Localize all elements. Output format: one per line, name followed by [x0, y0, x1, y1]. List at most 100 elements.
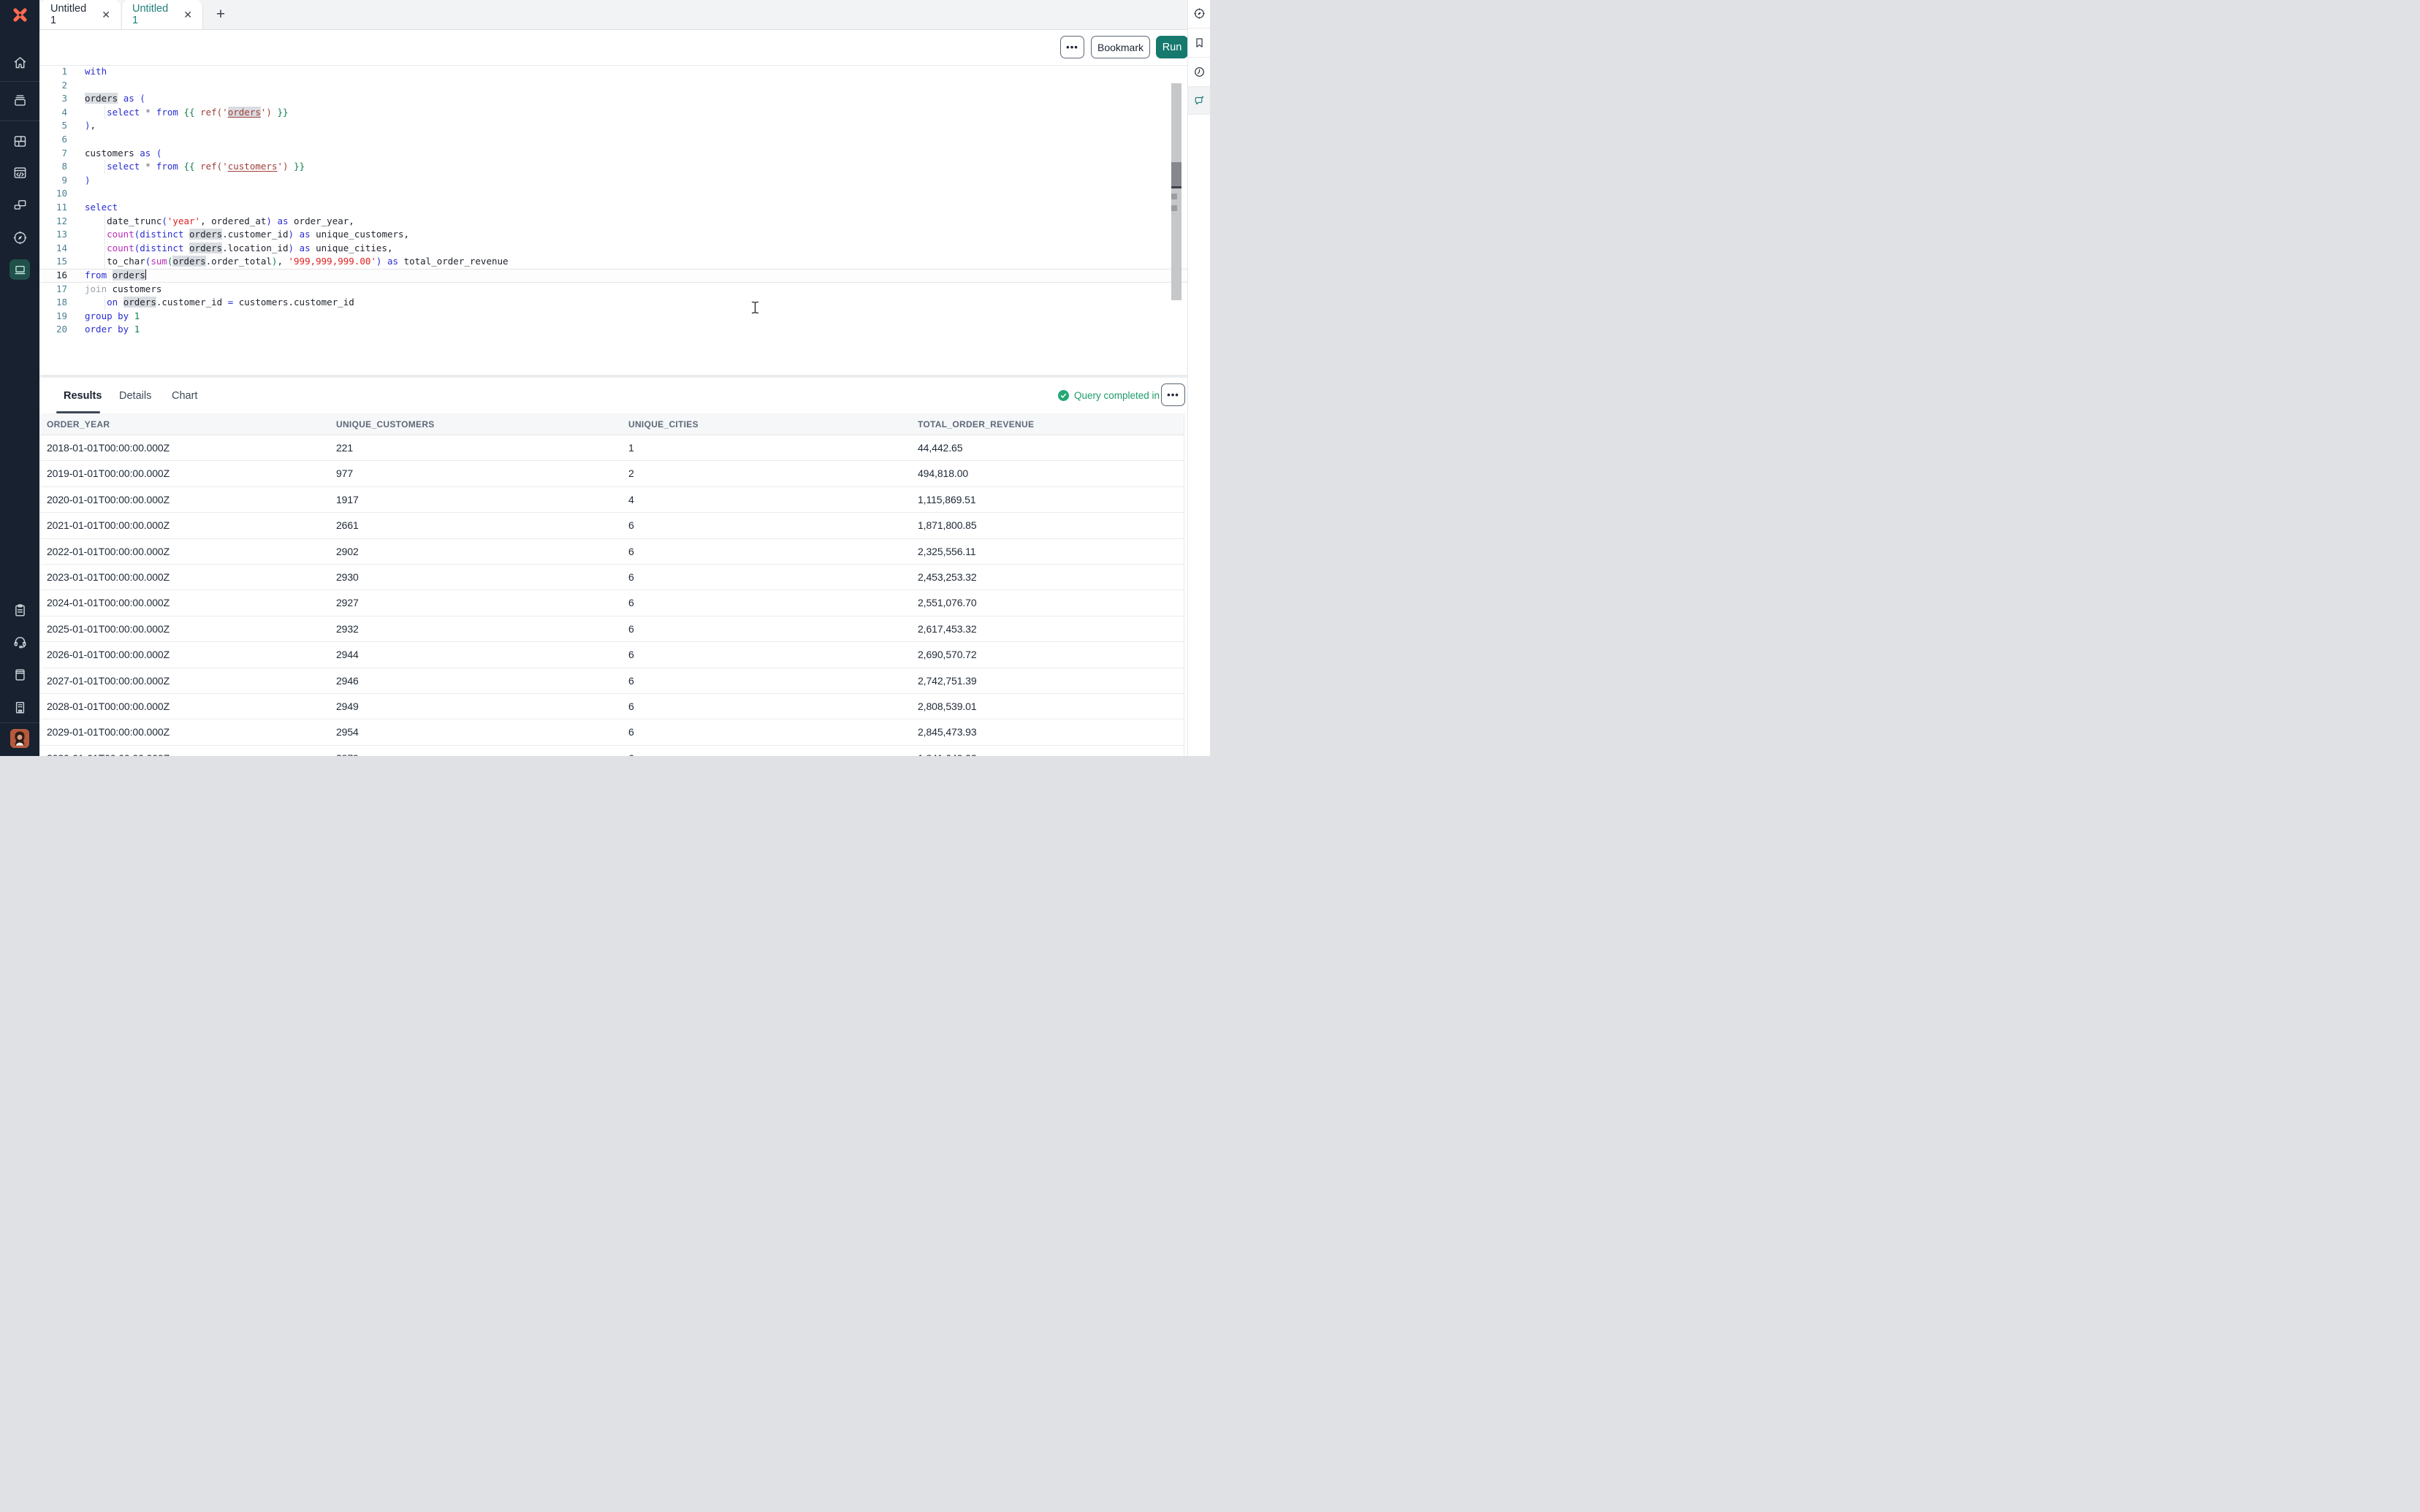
table-cell: 2022-01-01T00:00:00.000Z	[47, 539, 170, 564]
windows-icon	[12, 197, 28, 213]
code-line-2[interactable]: 2	[39, 79, 1187, 93]
sidebar-item-code-window[interactable]	[0, 159, 39, 186]
code-line-11[interactable]: 11select	[39, 201, 1187, 215]
code-line-8[interactable]: 8 select * from {{ ref('customers') }}	[39, 160, 1187, 174]
code-line-6[interactable]: 6	[39, 133, 1187, 147]
results-more-button[interactable]: •••	[1161, 383, 1185, 406]
sidebar-item-headset[interactable]	[0, 628, 39, 654]
sidebar-item-compass[interactable]	[0, 224, 39, 251]
scrollbar-annotation	[1171, 205, 1177, 211]
code-line-9[interactable]: 9)	[39, 174, 1187, 188]
rail-item-ai-chat[interactable]	[1188, 87, 1210, 115]
sidebar-item-windows[interactable]	[0, 191, 39, 218]
table-cell: 6	[628, 719, 634, 744]
table-cell: 2	[628, 461, 634, 486]
table-row[interactable]: 2019-01-01T00:00:00.000Z9772494,818.00	[39, 461, 1184, 486]
code-line-16[interactable]: 16from orders	[39, 269, 1187, 283]
table-row[interactable]: 2026-01-01T00:00:00.000Z294462,690,570.7…	[39, 642, 1184, 668]
app-logo[interactable]	[0, 0, 39, 29]
code-line-1[interactable]: 1with	[39, 65, 1187, 79]
table-cell: 1	[628, 435, 634, 460]
scrollbar-thumb[interactable]	[1171, 162, 1182, 188]
table-row[interactable]: 2025-01-01T00:00:00.000Z293262,617,453.3…	[39, 616, 1184, 642]
code-line-14[interactable]: 14 count(distinct orders.location_id) as…	[39, 242, 1187, 256]
code-line-20[interactable]: 20order by 1	[39, 323, 1187, 337]
table-cell: 2932	[336, 616, 359, 641]
table-row[interactable]: 2027-01-01T00:00:00.000Z294662,742,751.3…	[39, 668, 1184, 694]
table-cell: 2661	[336, 513, 359, 538]
sidebar-item-book[interactable]	[0, 661, 39, 687]
table-row[interactable]: 2022-01-01T00:00:00.000Z290262,325,556.1…	[39, 539, 1184, 565]
bookmark-button[interactable]: Bookmark	[1091, 36, 1150, 58]
code-line-12[interactable]: 12 date_trunc('year', ordered_at) as ord…	[39, 215, 1187, 229]
table-cell: 6	[628, 513, 634, 538]
rail-item-history[interactable]	[1188, 58, 1210, 88]
code-line-17[interactable]: 17join customers	[39, 283, 1187, 297]
results-tab-details[interactable]: Details	[119, 378, 151, 413]
results-tab-chart[interactable]: Chart	[172, 378, 197, 413]
tab-label: Untitled 1	[132, 3, 175, 26]
code-line-19[interactable]: 19group by 1	[39, 310, 1187, 324]
code-line-4[interactable]: 4 select * from {{ ref('orders') }}	[39, 106, 1187, 120]
table-row[interactable]: 2020-01-01T00:00:00.000Z191741,115,869.5…	[39, 487, 1184, 513]
table-row[interactable]: 2030-01-01T00:00:00.000Z287961,841,049.3…	[39, 746, 1184, 756]
home-icon	[12, 55, 28, 70]
query-status: Query completed in 4s	[1058, 378, 1173, 413]
editor-tab-1[interactable]: Untitled 1✕	[40, 0, 121, 29]
table-row[interactable]: 2028-01-01T00:00:00.000Z294962,808,539.0…	[39, 694, 1184, 719]
table-row[interactable]: 2023-01-01T00:00:00.000Z293062,453,253.3…	[39, 565, 1184, 590]
sidebar-item-clipboard[interactable]	[0, 597, 39, 623]
line-number: 12	[39, 215, 67, 229]
table-row[interactable]: 2018-01-01T00:00:00.000Z221144,442.65	[39, 435, 1184, 461]
column-header[interactable]: UNIQUE_CITIES	[628, 413, 699, 435]
close-tab-icon[interactable]: ✕	[183, 9, 192, 20]
sidebar-item-layout-grid[interactable]	[0, 128, 39, 154]
code-line-15[interactable]: 15 to_char(sum(orders.order_total), '999…	[39, 255, 1187, 269]
editor-scrollbar[interactable]	[1171, 83, 1182, 300]
editor-tab-2[interactable]: Untitled 1 ✕	[121, 0, 203, 29]
code-line-5[interactable]: 5),	[39, 119, 1187, 133]
line-number: 20	[39, 323, 67, 337]
close-tab-icon[interactable]: ✕	[102, 9, 110, 20]
table-cell: 2,617,453.32	[918, 616, 977, 641]
compass-icon	[12, 230, 28, 245]
column-header[interactable]: ORDER_YEAR	[47, 413, 110, 435]
table-row[interactable]: 2029-01-01T00:00:00.000Z295462,845,473.9…	[39, 719, 1184, 745]
code-line-13[interactable]: 13 count(distinct orders.customer_id) as…	[39, 228, 1187, 242]
code-line-10[interactable]: 10	[39, 187, 1187, 201]
code-lines: 1with23orders as (4 select * from {{ ref…	[39, 65, 1187, 337]
code-line-7[interactable]: 7customers as (	[39, 147, 1187, 161]
table-row[interactable]: 2021-01-01T00:00:00.000Z266161,871,800.8…	[39, 513, 1184, 538]
code-line-18[interactable]: 18 on orders.customer_id = customers.cus…	[39, 296, 1187, 310]
table-cell: 6	[628, 668, 634, 693]
table-cell: 2,690,570.72	[918, 642, 977, 667]
code-line-3[interactable]: 3orders as (	[39, 92, 1187, 106]
line-number: 16	[39, 269, 67, 283]
editor-more-button[interactable]: •••	[1060, 36, 1084, 58]
table-cell: 1,871,800.85	[918, 513, 977, 538]
avatar-photo	[10, 729, 29, 748]
column-header[interactable]: TOTAL_ORDER_REVENUE	[918, 413, 1034, 435]
table-cell: 2944	[336, 642, 359, 667]
line-number: 17	[39, 283, 67, 297]
rail-item-compass[interactable]	[1188, 0, 1210, 28]
results-tab-results[interactable]: Results	[64, 378, 102, 413]
sidebar-item-editor-active[interactable]	[9, 259, 30, 280]
table-cell: 2023-01-01T00:00:00.000Z	[47, 565, 170, 589]
sql-code-editor[interactable]: 1with23orders as (4 select * from {{ ref…	[39, 65, 1187, 375]
run-button[interactable]: Run	[1156, 36, 1188, 58]
mouse-ibeam-cursor	[751, 301, 759, 318]
line-number: 4	[39, 106, 67, 120]
sidebar-item-home[interactable]	[0, 49, 39, 75]
user-avatar[interactable]	[10, 729, 29, 748]
table-cell: 2025-01-01T00:00:00.000Z	[47, 616, 170, 641]
line-number: 3	[39, 92, 67, 106]
line-number: 15	[39, 255, 67, 269]
sidebar-item-archive[interactable]	[0, 87, 39, 113]
sidebar-item-building[interactable]	[0, 694, 39, 720]
new-tab-button[interactable]: +	[210, 4, 231, 26]
rail-item-bookmark[interactable]	[1188, 28, 1210, 58]
column-header[interactable]: UNIQUE_CUSTOMERS	[336, 413, 435, 435]
table-row[interactable]: 2024-01-01T00:00:00.000Z292762,551,076.7…	[39, 590, 1184, 616]
table-cell: 2028-01-01T00:00:00.000Z	[47, 694, 170, 719]
